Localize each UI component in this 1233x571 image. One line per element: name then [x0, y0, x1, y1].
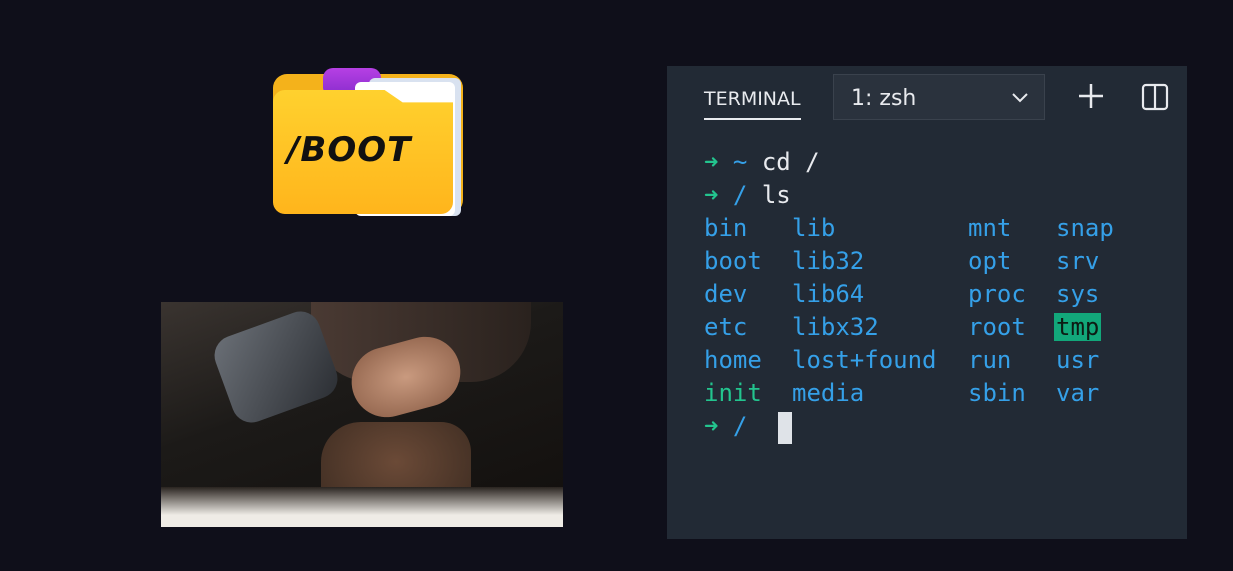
terminal-line: ➜ ~ cd / [704, 148, 820, 176]
dir-entry: media [792, 379, 865, 407]
dir-entry: boot [704, 247, 762, 275]
terminal-line: ➜ / ls [704, 181, 791, 209]
add-terminal-button[interactable] [1077, 82, 1105, 114]
split-icon [1141, 83, 1169, 111]
robotic-hand-photo [161, 302, 563, 527]
dir-entry: home [704, 346, 762, 374]
dir-entry: srv [1056, 247, 1100, 275]
dir-entry: snap [1056, 214, 1114, 242]
shell-select[interactable]: 1: zsh [833, 74, 1045, 120]
dir-entry: sys [1056, 280, 1100, 308]
dir-entry: usr [1056, 346, 1100, 374]
dir-entry: mnt [968, 214, 1012, 242]
prompt-arrow: ➜ [704, 181, 719, 209]
photo-floor [161, 487, 563, 527]
prompt-arrow: ➜ [704, 148, 719, 176]
dir-entry: init [704, 379, 762, 407]
dir-entry: opt [968, 247, 1012, 275]
dir-entry: sbin [968, 379, 1026, 407]
prompt-dir: / [732, 181, 748, 209]
split-terminal-button[interactable] [1141, 83, 1169, 115]
dir-entry: var [1056, 379, 1100, 407]
dir-entry: lib32 [792, 247, 865, 275]
dir-entry: run [968, 346, 1012, 374]
command-text: cd / [761, 148, 820, 176]
chevron-down-icon [1010, 87, 1030, 113]
plus-icon [1079, 84, 1103, 108]
dir-entry: lib64 [792, 280, 865, 308]
dir-entry: etc [704, 313, 748, 341]
terminal-panel[interactable]: TERMINAL 1: zsh ➜ ~ cd / ➜ / ls bin boot… [667, 66, 1187, 539]
terminal-cursor [778, 412, 792, 444]
dir-entry-highlighted: tmp [1054, 313, 1102, 341]
dir-entry: bin [704, 214, 748, 242]
dir-entry: lib [792, 214, 836, 242]
prompt-arrow: ➜ [704, 412, 719, 440]
dir-entry: root [968, 313, 1026, 341]
dir-entry: libx32 [792, 313, 879, 341]
dir-entry: lost+found [792, 346, 937, 374]
shell-select-value: 1: zsh [851, 86, 917, 111]
prompt-dir: ~ [732, 148, 748, 176]
folder-label: /BOOT [287, 130, 412, 170]
command-text: ls [761, 181, 791, 209]
prompt-dir: / [732, 412, 748, 440]
dir-entry: proc [968, 280, 1026, 308]
boot-folder-icon: /BOOT [273, 68, 467, 216]
tab-terminal[interactable]: TERMINAL [704, 88, 801, 120]
dir-entry: dev [704, 280, 748, 308]
terminal-prompt-line[interactable]: ➜ / [704, 412, 747, 440]
